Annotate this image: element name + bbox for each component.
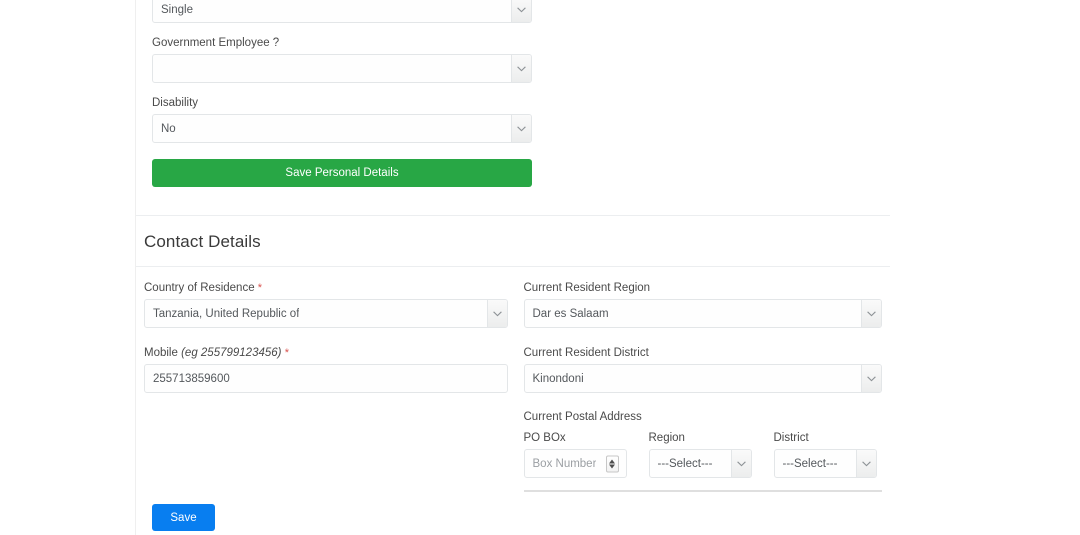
government-employee-select[interactable] <box>152 54 532 83</box>
postal-district-label: District <box>773 432 809 444</box>
po-box-label: PO BOx <box>523 432 566 444</box>
marital-status-value: Single <box>161 3 193 16</box>
country-of-residence-select[interactable]: Tanzania, United Republic of <box>144 299 508 328</box>
current-resident-district-label: Current Resident District <box>523 347 649 359</box>
mobile-value: 255713859600 <box>153 372 230 385</box>
save-button[interactable]: Save <box>152 504 215 531</box>
postal-region-select[interactable]: ---Select--- <box>648 449 752 478</box>
government-employee-group: Government Employee ? <box>152 36 532 83</box>
postal-district-value: ---Select--- <box>782 457 838 470</box>
save-contact-group: Save <box>136 504 890 531</box>
chevron-down-icon[interactable] <box>855 450 876 477</box>
country-of-residence-label: Country of Residence * <box>144 281 508 295</box>
postal-fields-row: PO BOx Box Number Region ---Select--- Di… <box>523 431 883 478</box>
current-resident-region-value: Dar es Salaam <box>532 307 609 320</box>
current-resident-district-group: Current Resident District Kinondoni <box>523 346 882 393</box>
po-box-input[interactable]: Box Number <box>523 449 627 478</box>
current-resident-district-value: Kinondoni <box>532 372 584 385</box>
postal-section-rule <box>523 490 882 492</box>
chevron-down-icon[interactable] <box>511 115 531 142</box>
mobile-group: Mobile (eg 255799123456) * 255713859600 <box>144 346 508 393</box>
mobile-label: Mobile (eg 255799123456) * <box>144 346 508 360</box>
disability-select[interactable]: No <box>152 114 532 143</box>
current-resident-district-select[interactable]: Kinondoni <box>523 364 882 393</box>
marital-status-group: Single <box>152 0 532 23</box>
chevron-down-icon[interactable] <box>730 450 751 477</box>
postal-district-select[interactable]: ---Select--- <box>773 449 877 478</box>
po-box-group: PO BOx Box Number <box>523 431 627 478</box>
country-of-residence-value: Tanzania, United Republic of <box>153 307 300 320</box>
country-of-residence-group: Country of Residence * Tanzania, United … <box>144 281 508 328</box>
form-card: Single Government Employee ? Disability … <box>135 0 890 535</box>
chevron-down-icon[interactable] <box>861 300 881 327</box>
mobile-input[interactable]: 255713859600 <box>144 364 508 393</box>
government-employee-label: Government Employee ? <box>152 37 280 49</box>
disability-label: Disability <box>152 97 199 109</box>
current-resident-region-select[interactable]: Dar es Salaam <box>523 299 882 328</box>
current-resident-region-label: Current Resident Region <box>523 282 651 294</box>
disability-group: Disability No <box>152 96 532 143</box>
current-resident-region-group: Current Resident Region Dar es Salaam <box>523 281 882 328</box>
postal-district-group: District ---Select--- <box>773 431 877 478</box>
personal-details-section: Single Government Employee ? Disability … <box>136 0 890 187</box>
chevron-down-icon[interactable] <box>486 300 507 327</box>
required-asterisk: * <box>284 347 289 359</box>
current-postal-address-group: Current Postal Address PO BOx Box Number <box>523 410 883 492</box>
stepper-down-icon[interactable] <box>609 464 615 468</box>
save-personal-details-button[interactable]: Save Personal Details <box>152 159 532 187</box>
stepper-up-icon[interactable] <box>609 459 615 463</box>
marital-status-select[interactable]: Single <box>152 0 532 23</box>
chevron-down-icon[interactable] <box>511 0 531 22</box>
postal-region-group: Region ---Select--- <box>648 431 752 478</box>
number-stepper-icon[interactable] <box>605 455 619 472</box>
chevron-down-icon[interactable] <box>511 55 531 82</box>
contact-details-title: Contact Details <box>144 232 261 251</box>
postal-region-value: ---Select--- <box>657 457 713 470</box>
chevron-down-icon[interactable] <box>861 365 881 392</box>
contact-details-body: Country of Residence * Tanzania, United … <box>136 267 890 492</box>
postal-region-label: Region <box>648 432 685 444</box>
po-box-placeholder: Box Number <box>532 457 597 470</box>
disability-value: No <box>161 122 176 135</box>
current-postal-address-label: Current Postal Address <box>523 411 642 423</box>
save-personal-details-group: Save Personal Details <box>152 159 532 187</box>
mobile-label-text: Mobile <box>144 347 178 359</box>
country-of-residence-label-text: Country of Residence <box>144 282 255 294</box>
mobile-label-hint: (eg 255799123456) <box>181 347 282 359</box>
contact-left-column: Country of Residence * Tanzania, United … <box>136 281 516 492</box>
contact-right-column: Current Resident Region Dar es Salaam Cu… <box>516 281 891 492</box>
page-root: Single Government Employee ? Disability … <box>0 0 1080 535</box>
required-asterisk: * <box>257 282 263 294</box>
